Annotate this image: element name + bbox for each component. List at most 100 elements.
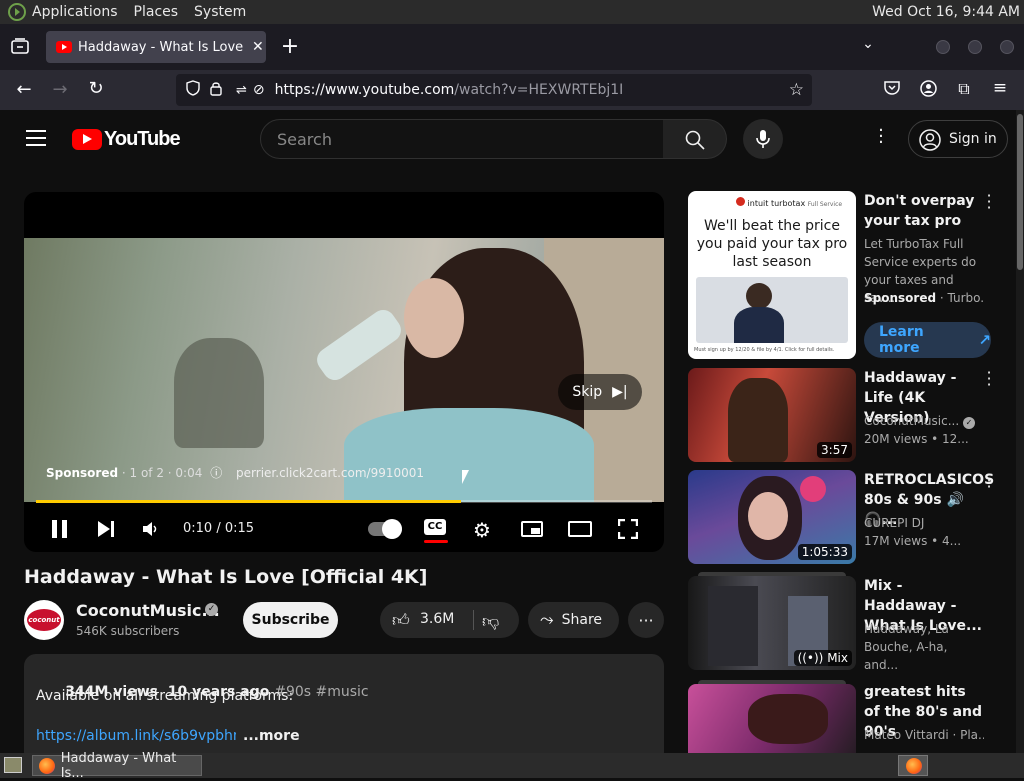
next-button[interactable] — [98, 520, 116, 538]
description-link[interactable]: https://album.link/s6b9vpbhnjzt — [36, 728, 236, 744]
new-tab-icon[interactable]: + — [280, 34, 300, 59]
browser-tab-bar: Haddaway - What Is Love [O ✕ + ⌄ — [0, 24, 1024, 70]
progress-bar[interactable] — [36, 500, 652, 503]
ad-menu-icon[interactable]: · · · — [984, 188, 994, 216]
subscribe-button[interactable]: Subscribe — [243, 602, 338, 638]
search-button[interactable] — [663, 119, 727, 159]
youtube-play-logo-icon — [72, 128, 102, 150]
system-menu[interactable]: System — [186, 4, 254, 20]
autoplay-blocked-icon[interactable]: ⊘ — [253, 82, 265, 98]
gnome-foot-icon[interactable] — [6, 3, 26, 21]
forward-arrow-icon[interactable]: → — [50, 79, 70, 100]
learn-more-button[interactable]: Learn more ↗ — [864, 322, 991, 358]
related-thumbnail[interactable]: ((•)) Mix — [688, 576, 856, 670]
learn-more-label: Learn more — [879, 324, 924, 356]
autoplay-toggle[interactable] — [368, 519, 402, 539]
mouse-cursor-icon — [462, 470, 469, 484]
firefox-icon — [39, 757, 55, 774]
voice-search-button[interactable] — [743, 119, 783, 159]
related-channel[interactable]: CUREPI DJ — [864, 514, 984, 532]
url-path: /watch?v=HEXWRTEbj1I — [454, 82, 624, 98]
tab-overview-icon[interactable] — [10, 38, 30, 58]
pause-button[interactable] — [52, 520, 68, 538]
related-video[interactable]: 1:05:33 RETROCLASICOS 80s & 90s 🔊🎧... CU… — [688, 467, 1008, 566]
ad-thumbnail[interactable]: intuit turbotax Full Service We'll beat … — [688, 191, 856, 359]
thumbs-up-icon: 👍︎ — [392, 611, 410, 631]
channel-avatar[interactable]: coconut — [24, 600, 64, 640]
hamburger-menu-icon[interactable]: ≡ — [990, 78, 1010, 98]
turbotax-brand: intuit turbotax — [747, 199, 806, 208]
window-close-button[interactable] — [1000, 40, 1014, 54]
taskbar-window-button[interactable]: Haddaway - What Is... — [32, 751, 202, 781]
applications-menu[interactable]: Applications — [24, 4, 126, 20]
url-bar[interactable]: ⇌ ⊘ https://www.youtube.com/watch?v=HEXW… — [176, 74, 812, 106]
more-actions-button[interactable]: ··· — [628, 602, 664, 638]
guide-menu-icon[interactable] — [26, 130, 46, 146]
theater-mode-icon[interactable] — [568, 521, 592, 537]
related-video[interactable]: 3:57 Haddaway - Life (4K Version) Coconu… — [688, 365, 1008, 464]
duration-badge: 1:05:33 — [797, 544, 852, 560]
related-video[interactable]: greatest hits of the 80's and 90's Mateo… — [688, 680, 1008, 753]
sponsored-ad-card[interactable]: intuit turbotax Full Service We'll beat … — [688, 188, 1008, 361]
clock[interactable]: Wed Oct 16, 9:44 AM — [872, 4, 1020, 20]
info-icon[interactable]: ⓘ — [210, 466, 222, 480]
ad-url-link[interactable]: perrier.click2cart.com/9910001 — [236, 466, 424, 480]
youtube-logo[interactable]: YouTube — [72, 127, 181, 151]
dislike-button[interactable]: 👎︎ — [478, 602, 518, 638]
video-frame[interactable]: Skip ▶| Sponsored · 1 of 2 · 0:04 ⓘ perr… — [24, 238, 664, 502]
related-channel: CoconutMusic... ✓ — [864, 412, 984, 430]
scrollbar-thumb[interactable] — [1017, 114, 1023, 270]
extensions-icon[interactable]: ⧉ — [954, 79, 974, 99]
account-icon[interactable] — [918, 80, 938, 101]
description-box[interactable]: 344M views 10 years ago #90s #music Avai… — [24, 654, 664, 753]
volume-button[interactable] — [142, 521, 160, 537]
window-minimize-button[interactable] — [936, 40, 950, 54]
workspace-switcher-firefox-icon[interactable] — [898, 755, 928, 776]
miniplayer-icon[interactable] — [521, 521, 543, 537]
video-menu-icon[interactable]: · · · — [984, 365, 994, 393]
captions-button[interactable]: CC — [424, 519, 448, 543]
pocket-icon[interactable] — [882, 80, 902, 99]
window-maximize-button[interactable] — [968, 40, 982, 54]
mix-label: Mix — [827, 651, 848, 665]
volume-icon — [143, 522, 157, 536]
like-button[interactable]: 👍︎ 3.6M — [380, 602, 472, 638]
duration-badge: 3:57 — [817, 442, 852, 458]
ad-sponsor-line: Sponsored · Turbo... — [864, 289, 984, 307]
shield-icon[interactable] — [186, 80, 202, 100]
lock-icon[interactable] — [210, 81, 224, 100]
related-thumbnail[interactable]: 3:57 — [688, 368, 856, 462]
share-arrow-icon: ⤳ — [540, 610, 554, 630]
bookmark-star-icon[interactable]: ☆ — [789, 80, 804, 100]
video-menu-icon[interactable]: · · · — [984, 467, 994, 495]
bottom-taskbar: Haddaway - What Is... — [0, 751, 1024, 781]
related-channel-name[interactable]: CoconutMusic... — [864, 414, 959, 428]
channel-name[interactable]: CoconutMusic... — [76, 601, 220, 620]
reload-icon[interactable]: ↻ — [86, 78, 106, 99]
related-thumbnail[interactable]: 1:05:33 — [688, 470, 856, 564]
permissions-icon[interactable]: ⇌ — [236, 83, 247, 98]
fullscreen-icon[interactable] — [617, 518, 639, 540]
ad-badge: Sponsored · 1 of 2 · 0:04 ⓘ perrier.clic… — [46, 464, 424, 481]
search-input[interactable]: Search — [260, 119, 664, 159]
places-menu[interactable]: Places — [126, 4, 187, 20]
tab-youtube[interactable]: Haddaway - What Is Love [O ✕ — [46, 31, 266, 63]
close-tab-icon[interactable]: ✕ — [252, 39, 264, 55]
back-arrow-icon[interactable]: ← — [14, 79, 34, 100]
navigation-toolbar: ← → ↻ ⇌ ⊘ https://www.youtube.com/watch?… — [0, 70, 1024, 110]
ad-sponsored-label: Sponsored — [864, 291, 937, 305]
related-channel[interactable]: Mateo Vittardi · Pla... — [864, 726, 984, 744]
related-mix[interactable]: ((•)) Mix Mix - Haddaway - What Is Love.… — [688, 572, 1008, 672]
show-desktop-icon[interactable] — [4, 757, 22, 773]
page-scrollbar[interactable] — [1016, 110, 1024, 753]
video-player[interactable]: Skip ▶| Sponsored · 1 of 2 · 0:04 ⓘ perr… — [24, 192, 664, 552]
url-text: https://www.youtube.com/watch?v=HEXWRTEb… — [275, 82, 624, 98]
show-more-button[interactable]: ...more — [243, 728, 300, 744]
share-button[interactable]: ⤳ Share — [528, 602, 619, 638]
skip-ad-button[interactable]: Skip ▶| — [558, 374, 642, 410]
settings-more-icon[interactable]: · · · — [876, 122, 886, 152]
sign-in-button[interactable]: Sign in — [908, 120, 1008, 158]
settings-gear-icon[interactable]: ⚙ — [473, 518, 491, 542]
related-thumbnail[interactable] — [688, 684, 856, 753]
tab-list-chevron-icon[interactable]: ⌄ — [858, 36, 878, 52]
